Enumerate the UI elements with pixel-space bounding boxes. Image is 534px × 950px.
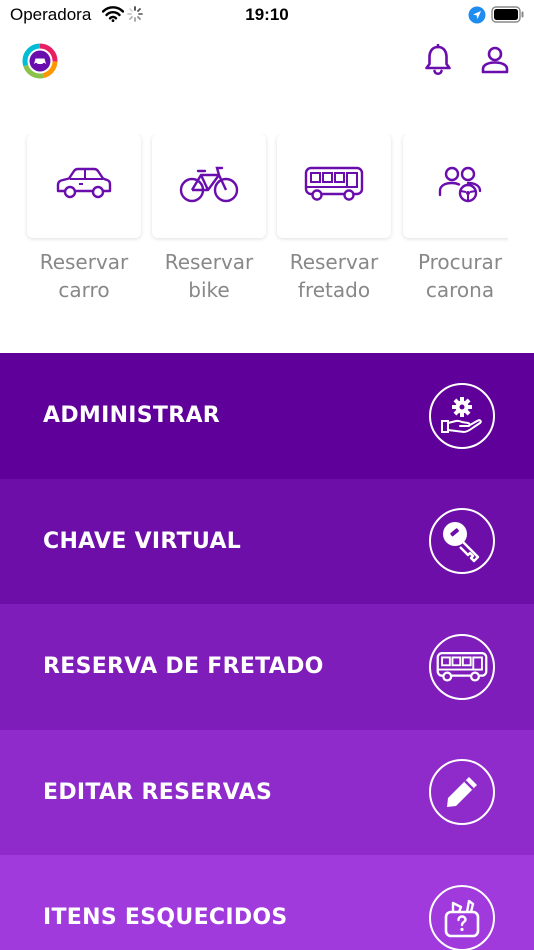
quick-action-label-line2: fretado xyxy=(297,278,371,302)
bus-icon xyxy=(429,633,495,700)
bell-icon[interactable] xyxy=(423,43,453,80)
quick-actions-row: Reservar carro Reservar bike Reservar fr… xyxy=(0,134,508,314)
quick-action-label: Procurar carona xyxy=(403,248,508,304)
menu-item-administrar[interactable]: ADMINISTRAR xyxy=(0,353,534,479)
quick-action-card[interactable] xyxy=(27,134,141,238)
admin-icon xyxy=(429,382,495,449)
quick-action-card[interactable] xyxy=(277,134,391,238)
menu-item-editar-reservas[interactable]: EDITAR RESERVAS xyxy=(0,729,534,855)
bus-icon xyxy=(304,165,364,207)
menu-item-itens-esquecidos[interactable]: ITENS ESQUECIDOS xyxy=(0,855,534,950)
menu-item-label: EDITAR RESERVAS xyxy=(43,779,273,805)
quick-action-label-line2: bike xyxy=(188,278,230,302)
menu-item-label: CHAVE VIRTUAL xyxy=(43,528,242,554)
menu-item-label: ADMINISTRAR xyxy=(43,403,221,429)
bike-icon xyxy=(179,165,239,207)
quick-action-label-line1: Reservar xyxy=(289,250,379,274)
main-menu: ADMINISTRAR CHAVE VIRTUAL RESERVA DE FRE… xyxy=(0,353,534,950)
user-icon[interactable] xyxy=(480,45,510,79)
quick-action-label-line2: carona xyxy=(425,278,495,302)
quick-action-label: Reservar bike xyxy=(152,248,266,304)
menu-item-label: RESERVA DE FRETADO xyxy=(43,654,324,680)
battery-icon xyxy=(491,6,525,27)
quick-action-reserve-bike[interactable]: Reservar bike xyxy=(152,134,266,304)
status-time: 19:10 xyxy=(245,5,289,24)
status-bar: Operadora 19:10 xyxy=(0,0,534,30)
menu-item-reserva-de-fretado[interactable]: RESERVA DE FRETADO xyxy=(0,604,534,730)
carpool-icon xyxy=(438,165,482,207)
quick-action-label-line1: Reservar xyxy=(39,250,129,274)
quick-action-label-line2: carro xyxy=(58,278,110,302)
location-icon xyxy=(468,6,486,28)
key-icon xyxy=(429,508,495,575)
quick-action-card[interactable] xyxy=(152,134,266,238)
quick-action-label: Reservar carro xyxy=(27,248,141,304)
menu-item-label: ITENS ESQUECIDOS xyxy=(43,905,288,931)
lost-items-icon xyxy=(429,884,495,950)
quick-action-reserve-bus[interactable]: Reservar fretado xyxy=(277,134,391,304)
quick-action-label-line1: Procurar xyxy=(417,250,503,274)
menu-item-chave-virtual[interactable]: CHAVE VIRTUAL xyxy=(0,478,534,604)
quick-action-label: Reservar fretado xyxy=(277,248,391,304)
app-logo-icon[interactable] xyxy=(22,43,58,79)
quick-action-find-ride[interactable]: Procurar carona xyxy=(403,134,508,304)
quick-action-card[interactable] xyxy=(403,134,508,238)
quick-action-label-line1: Reservar xyxy=(164,250,254,274)
pencil-icon xyxy=(429,759,495,826)
car-icon xyxy=(55,167,113,205)
quick-action-reserve-car[interactable]: Reservar carro xyxy=(27,134,141,304)
